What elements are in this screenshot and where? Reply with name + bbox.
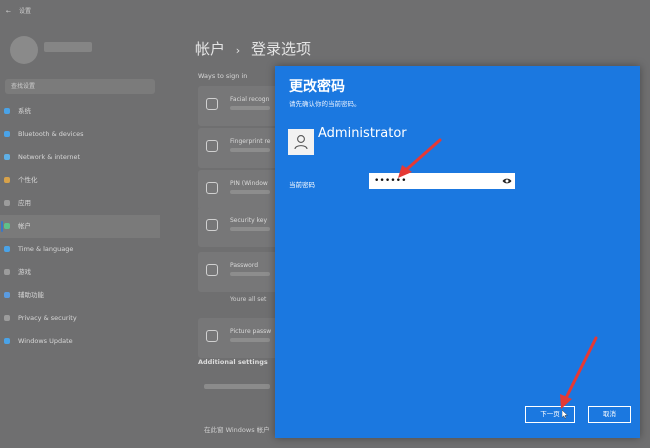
annotation-arrows: [398, 138, 598, 409]
arrow-to-password-field: [398, 138, 442, 178]
arrow-to-next-button: [560, 336, 598, 409]
